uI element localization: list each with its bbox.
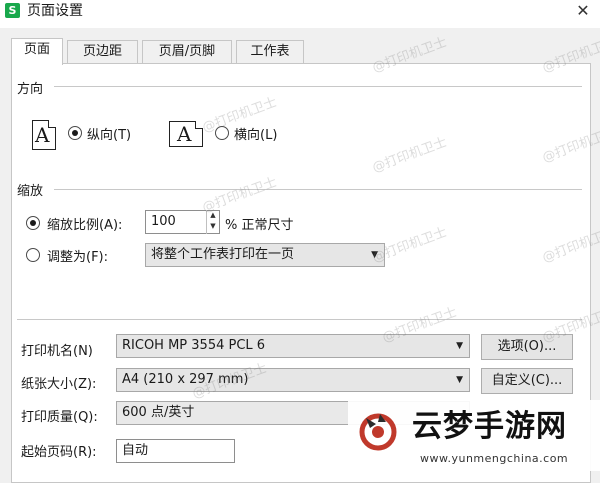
tab-margins[interactable]: 页边距: [67, 40, 138, 64]
scaling-divider: [54, 189, 582, 190]
printer-divider: [17, 319, 582, 320]
portrait-page-icon: A: [32, 120, 56, 150]
stepper-up-icon[interactable]: ▲: [207, 210, 219, 221]
title-bar: S 页面设置 ✕: [0, 0, 600, 28]
fit-to-dropdown[interactable]: 将整个工作表打印在一页 ▼: [145, 243, 385, 267]
scaling-section-label: 缩放: [17, 184, 44, 199]
chevron-down-icon: ▼: [371, 250, 378, 260]
percent-suffix: % 正常尺寸: [225, 218, 294, 233]
fit-to-radio[interactable]: [26, 248, 40, 262]
brand-name: 云梦手游网: [412, 409, 567, 444]
stepper-down-icon[interactable]: ▼: [207, 221, 219, 232]
paper-size-value: A4 (210 x 297 mm): [122, 372, 249, 387]
orientation-section-label: 方向: [17, 82, 44, 97]
tab-worksheet[interactable]: 工作表: [236, 40, 304, 64]
printer-name-value: RICOH MP 3554 PCL 6: [122, 338, 266, 353]
adjust-scale-radio[interactable]: [26, 216, 40, 230]
wps-sheet-app-icon: S: [5, 3, 20, 18]
printer-name-label: 打印机名(N): [21, 344, 93, 359]
first-page-number-label: 起始页码(R):: [21, 445, 97, 460]
printer-name-dropdown[interactable]: RICOH MP 3554 PCL 6 ▼: [116, 334, 470, 358]
chevron-down-icon: ▼: [456, 375, 463, 385]
brand-url: www.yunmengchina.com: [420, 452, 569, 465]
brand-logo-icon: [359, 413, 397, 451]
fit-to-value: 将整个工作表打印在一页: [151, 247, 295, 262]
landscape-radio[interactable]: [215, 126, 229, 140]
portrait-radio[interactable]: [68, 126, 82, 140]
printer-options-button[interactable]: 选项(O)...: [481, 334, 573, 360]
custom-size-button[interactable]: 自定义(C)...: [481, 368, 573, 394]
orientation-divider: [54, 86, 582, 87]
dialog-title: 页面设置: [27, 3, 83, 19]
print-quality-label: 打印质量(Q):: [21, 410, 98, 425]
close-icon[interactable]: ✕: [573, 0, 593, 22]
scale-stepper[interactable]: ▲ ▼: [206, 210, 219, 234]
landscape-label: 横向(L): [234, 128, 278, 143]
paper-size-dropdown[interactable]: A4 (210 x 297 mm) ▼: [116, 368, 470, 392]
print-quality-value: 600 点/英寸: [122, 405, 195, 420]
adjust-scale-label: 缩放比例(A):: [47, 218, 123, 233]
chevron-down-icon: ▼: [456, 341, 463, 351]
first-page-number-input[interactable]: 自动: [116, 439, 235, 463]
tab-header-footer[interactable]: 页眉/页脚: [142, 40, 232, 64]
portrait-label: 纵向(T): [87, 128, 132, 143]
landscape-page-icon: A: [169, 121, 203, 147]
fit-to-label: 调整为(F):: [47, 250, 109, 265]
site-logo: 云梦手游网 www.yunmengchina.com: [348, 400, 600, 471]
paper-size-label: 纸张大小(Z):: [21, 377, 97, 392]
tab-page[interactable]: 页面: [11, 38, 63, 65]
